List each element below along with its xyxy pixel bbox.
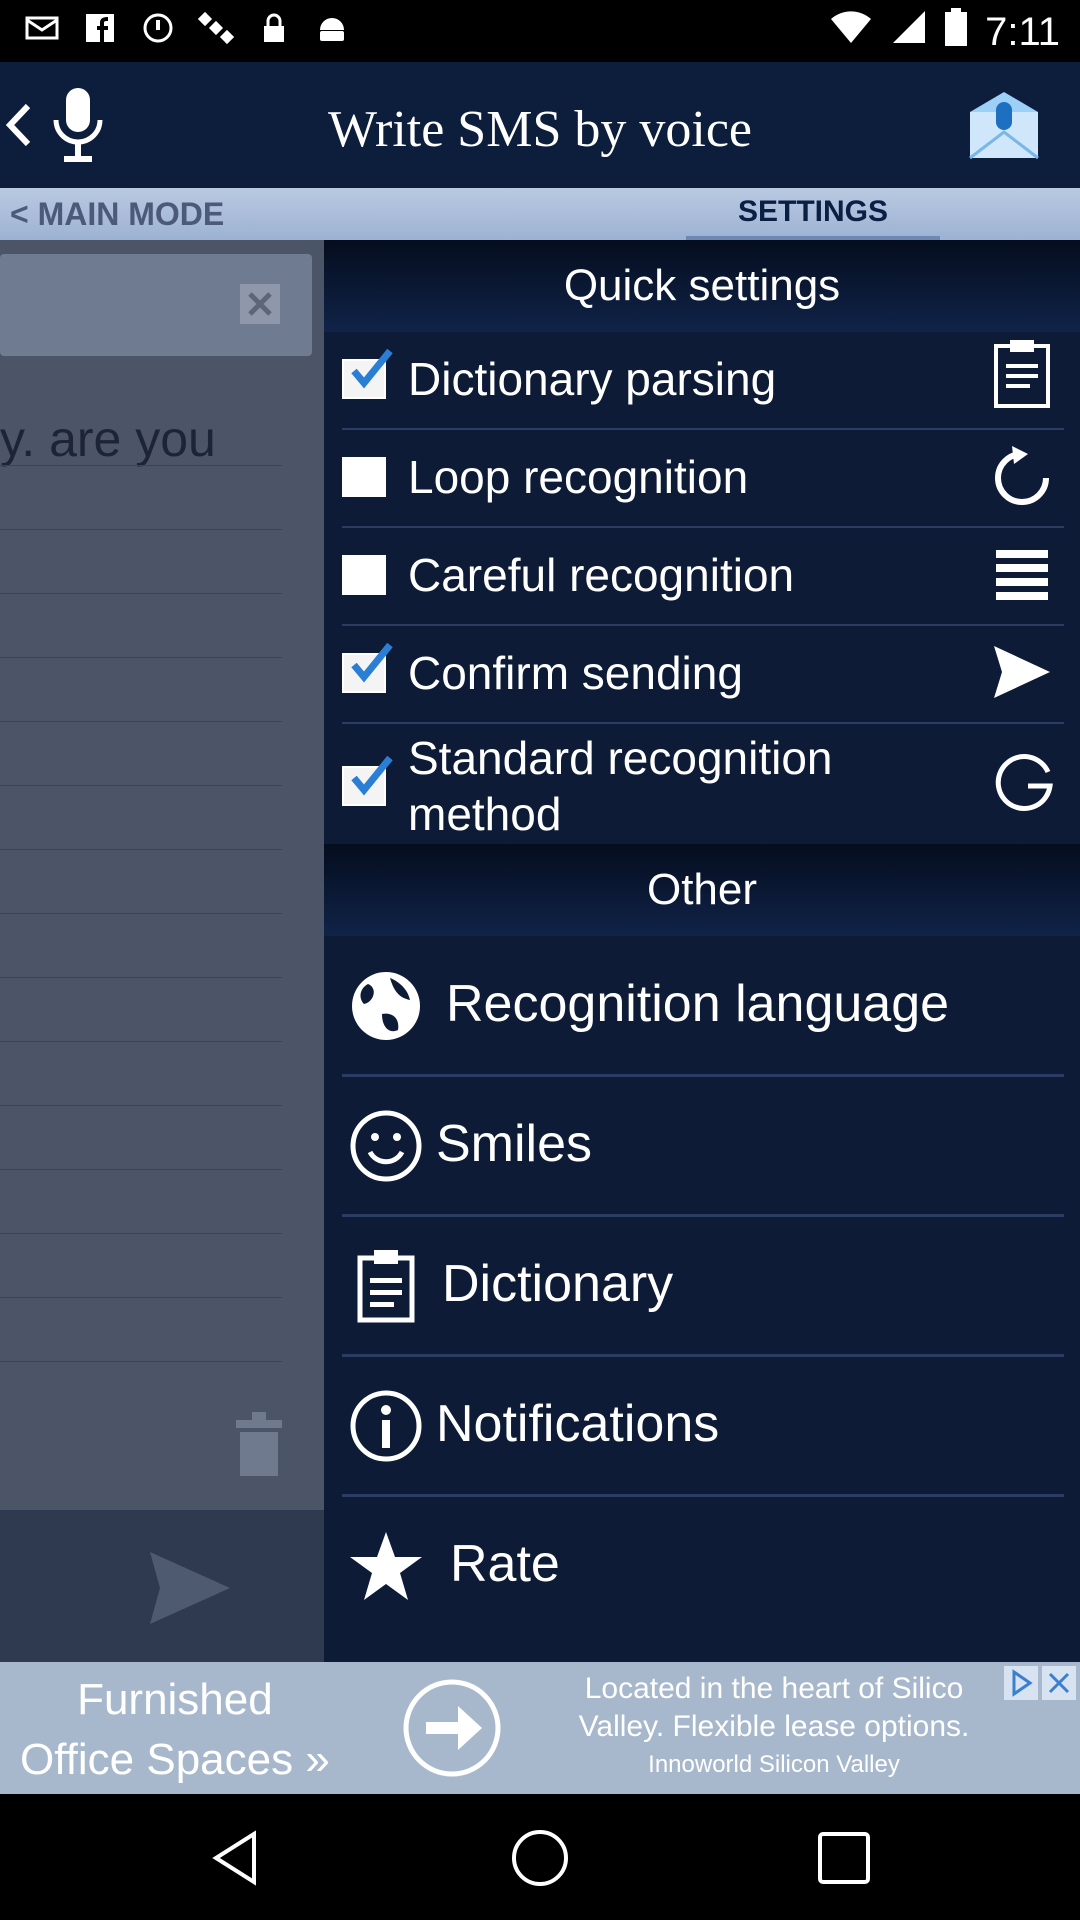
send-area [0,1510,324,1662]
text-line [0,1169,282,1170]
clipboard-icon [348,1248,424,1324]
clock: 7:11 [985,9,1060,54]
text-line [0,593,282,594]
battery-icon [945,8,968,56]
voice-mail-icon[interactable] [968,90,1040,160]
facebook-icon [82,10,118,46]
list-icon [992,546,1052,610]
checkbox[interactable] [342,457,386,497]
ad-body: Located in the heart of Silico Valley. F… [524,1670,1024,1784]
clipboard-icon [992,338,1052,408]
setting-dictionary-parsing[interactable]: Dictionary parsing [342,332,1064,430]
ad-headline: Furnished Office Spaces » [20,1670,330,1790]
settings-panel: Quick settings Dictionary parsing Loop r… [324,240,1080,1662]
menu-smiles[interactable]: Smiles [342,1076,1064,1217]
mail-icon [24,10,60,46]
star-icon [348,1528,424,1604]
send-icon [992,644,1052,708]
mode-tabs: < MAIN MODE SETTINGS [0,188,1080,240]
text-line [0,721,282,722]
globe-icon [348,968,424,1044]
info-icon [348,1388,424,1464]
setting-confirm-sending[interactable]: Confirm sending [342,626,1064,724]
ad-advertiser: Innoworld Silicon Valley [648,1751,900,1778]
menu-label: Rate [450,1535,560,1593]
text-line [0,529,282,530]
menu-label: Recognition language [446,975,950,1033]
clear-recipient-icon[interactable] [240,284,280,324]
menu-label: Dictionary [442,1255,674,1313]
setting-label: Confirm sending [408,647,743,699]
wifi-icon [829,9,873,55]
ad-choices-icon[interactable] [1004,1666,1038,1700]
setting-label: Loop recognition [408,451,749,503]
text-line [0,913,282,914]
app-title: Write SMS by voice [328,101,752,158]
menu-notifications[interactable]: Notifications [342,1356,1064,1497]
ad-body-line2: Valley. Flexible lease options. [578,1710,970,1743]
ad-arrow-icon[interactable] [402,1676,502,1780]
setting-careful-recognition[interactable]: Careful recognition [342,528,1064,626]
tab-settings[interactable]: SETTINGS [686,188,940,240]
setting-label: Dictionary parsing [408,353,777,405]
quick-settings-header: Quick settings [324,240,1080,332]
google-g-icon [992,752,1053,816]
check-mark-icon [346,639,394,687]
message-text[interactable]: y. are you [0,410,216,468]
checkbox[interactable] [342,555,386,595]
smiley-icon [348,1108,424,1184]
nav-recents-icon[interactable] [814,1828,874,1888]
menu-recognition-language[interactable]: Recognition language [342,936,1064,1077]
setting-label: Careful recognition [408,549,795,601]
ad-banner[interactable]: Furnished Office Spaces » Located in the… [0,1662,1080,1794]
check-mark-icon [346,345,394,393]
text-line [0,657,282,658]
text-line [0,977,282,978]
ad-headline-line1: Furnished [77,1675,273,1724]
ad-body-line1: Located in the heart of Silico [584,1672,964,1705]
ad-close-icon[interactable] [1042,1666,1076,1700]
menu-dictionary[interactable]: Dictionary [342,1216,1064,1357]
text-line [0,1233,282,1234]
menu-label: Notifications [436,1395,720,1453]
setting-label: Standard recognition method [408,732,833,840]
app-bar: Write SMS by voice [0,62,1080,188]
text-line [0,465,282,466]
other-header: Other [324,844,1080,936]
setting-standard-recognition-method[interactable]: Standard recognition method [342,724,1064,846]
tab-main-mode[interactable]: < MAIN MODE [10,196,224,233]
text-line [0,849,282,850]
navigation-bar [0,1794,1080,1920]
nav-back-icon[interactable] [206,1828,266,1888]
setting-loop-recognition[interactable]: Loop recognition [342,430,1064,528]
signal-icon [891,9,927,55]
android-icon [314,10,350,46]
check-mark-icon [346,752,394,800]
sync-icon [140,10,176,46]
menu-label: Smiles [436,1115,593,1173]
text-line [0,1361,282,1362]
send-icon[interactable] [148,1550,232,1626]
text-line [0,1041,282,1042]
refresh-icon [992,444,1052,508]
message-editor: y. are you [0,240,324,1510]
menu-rate[interactable]: Rate [342,1496,1064,1634]
ad-headline-line2: Office Spaces » [20,1735,330,1784]
nav-home-icon[interactable] [510,1828,570,1888]
trash-icon[interactable] [236,1412,282,1478]
lock-icon [256,10,292,46]
text-line [0,1105,282,1106]
text-line [0,1297,282,1298]
text-line [0,785,282,786]
satellite-icon [197,10,235,46]
status-bar: 7:11 [0,0,1080,62]
